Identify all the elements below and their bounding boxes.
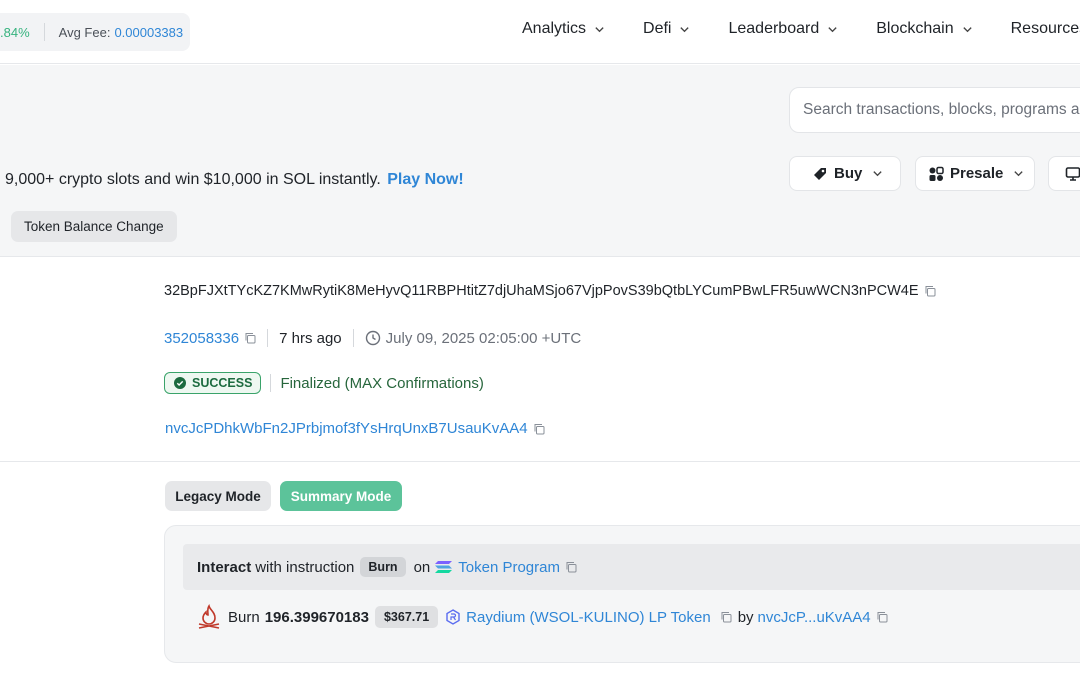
promo-text: 9,000+ crypto slots and win $10,000 in S…: [5, 171, 381, 188]
copy-icon[interactable]: [533, 423, 545, 435]
presale-label: Presale: [950, 165, 1004, 182]
status-row: SUCCESS Finalized (MAX Confirmations): [164, 372, 484, 394]
timestamp: July 09, 2025 02:05:00 +UTC: [385, 329, 582, 347]
nav-leaderboard[interactable]: Leaderboard: [728, 20, 838, 38]
main-nav: Analytics Defi Leaderboard Blockchain Re…: [522, 20, 1080, 38]
nav-resources[interactable]: Resources: [1011, 20, 1080, 38]
token-link[interactable]: Raydium (WSOL-KULINO) LP Token: [466, 609, 711, 626]
action-label: Burn: [228, 608, 260, 626]
fire-icon: [198, 604, 220, 629]
nav-label: Leaderboard: [728, 20, 820, 37]
chevron-down-icon: [680, 26, 690, 32]
usd-value-badge: $367.71: [374, 606, 439, 628]
solana-icon: [435, 561, 453, 573]
buy-button[interactable]: Buy: [789, 156, 901, 191]
top-nav-bar: .84% Avg Fee: 0.00003383 Analytics Defi …: [0, 0, 1080, 64]
avg-fee-label: Avg Fee:: [58, 24, 111, 40]
presale-icon: [929, 166, 944, 181]
nav-defi[interactable]: Defi: [643, 20, 690, 38]
copy-icon[interactable]: [720, 611, 732, 623]
relative-time: 7 hrs ago: [279, 329, 342, 347]
chevron-down-icon: [873, 171, 882, 177]
divider: [352, 329, 354, 347]
block-info-row: 352058336 7 hrs ago July 09, 2025 02:05:…: [164, 329, 581, 347]
program-link[interactable]: Token Program: [458, 559, 560, 576]
chevron-down-icon: [1014, 171, 1024, 177]
instruction-header: Interact with instruction Burn on Token …: [183, 544, 1080, 590]
account-link[interactable]: nvcJcP...uKvAA4: [758, 609, 871, 626]
search-placeholder: Search transactions, blocks, programs an…: [803, 101, 1080, 118]
instruction-tag: Burn: [360, 557, 406, 577]
nav-analytics[interactable]: Analytics: [522, 20, 605, 38]
signer-row: nvcJcPDhkWbFn2JPrbjmof3fYsHrqUnxB7UsauKv…: [165, 420, 545, 437]
tab-token-balance-change[interactable]: Token Balance Change: [11, 211, 177, 242]
chevron-down-icon: [595, 26, 604, 32]
tx-signature: 32BpFJXtTYcKZ7KMwRytiK8MeHyvQ11RBPHtitZ7…: [164, 283, 936, 299]
signer-link[interactable]: nvcJcPDhkWbFn2JPrbjmof3fYsHrqUnxB7UsauKv…: [165, 420, 528, 437]
divider: [267, 329, 269, 347]
clock-icon: [365, 330, 380, 346]
presale-button[interactable]: Presale: [915, 156, 1035, 191]
check-circle-icon: [174, 377, 186, 389]
legacy-mode-button[interactable]: Legacy Mode: [165, 481, 271, 511]
tag-icon: [814, 167, 826, 180]
avg-fee-value: 0.00003383: [114, 24, 184, 40]
section-divider: [0, 461, 1080, 462]
divider: [270, 374, 272, 392]
status-badge: SUCCESS: [164, 372, 262, 394]
monitor-icon: [1065, 166, 1080, 181]
confirmation-status: Finalized (MAX Confirmations): [280, 374, 484, 392]
copy-icon[interactable]: [924, 285, 936, 297]
on-text: on: [413, 558, 431, 576]
network-stats-pill: .84% Avg Fee: 0.00003383: [0, 13, 190, 51]
chevron-down-icon: [962, 26, 972, 32]
copy-icon[interactable]: [876, 611, 888, 623]
copy-icon[interactable]: [244, 332, 256, 344]
burn-amount: 196.399670183: [264, 608, 369, 626]
burn-detail-row: Burn 196.399670183 $367.71 Raydium (WSOL…: [196, 604, 888, 630]
nav-label: Blockchain: [876, 20, 954, 37]
divider: [43, 23, 45, 41]
by-text: by: [737, 608, 754, 626]
buy-label: Buy: [834, 165, 863, 182]
raydium-icon: [446, 609, 460, 625]
play-now-link[interactable]: Play Now!: [387, 171, 463, 188]
interact-label: Interact: [197, 558, 252, 576]
price-change: .84%: [0, 24, 30, 40]
nav-label: Analytics: [522, 20, 587, 37]
summary-mode-button[interactable]: Summary Mode: [280, 481, 402, 511]
block-slot-link[interactable]: 352058336: [164, 330, 239, 347]
extra-menu-button[interactable]: [1048, 156, 1080, 191]
status-text: SUCCESS: [192, 376, 253, 390]
copy-icon[interactable]: [565, 561, 577, 573]
chevron-down-icon: [828, 26, 837, 32]
promo-banner: 9,000+ crypto slots and win $10,000 in S…: [5, 171, 464, 189]
nav-blockchain[interactable]: Blockchain: [876, 20, 972, 38]
search-input[interactable]: Search transactions, blocks, programs an…: [789, 87, 1080, 133]
with-instruction-text: with instruction: [255, 558, 355, 576]
signature-value: 32BpFJXtTYcKZ7KMwRytiK8MeHyvQ11RBPHtitZ7…: [164, 283, 919, 299]
nav-label: Defi: [643, 20, 672, 37]
nav-label: Resources: [1010, 20, 1080, 37]
